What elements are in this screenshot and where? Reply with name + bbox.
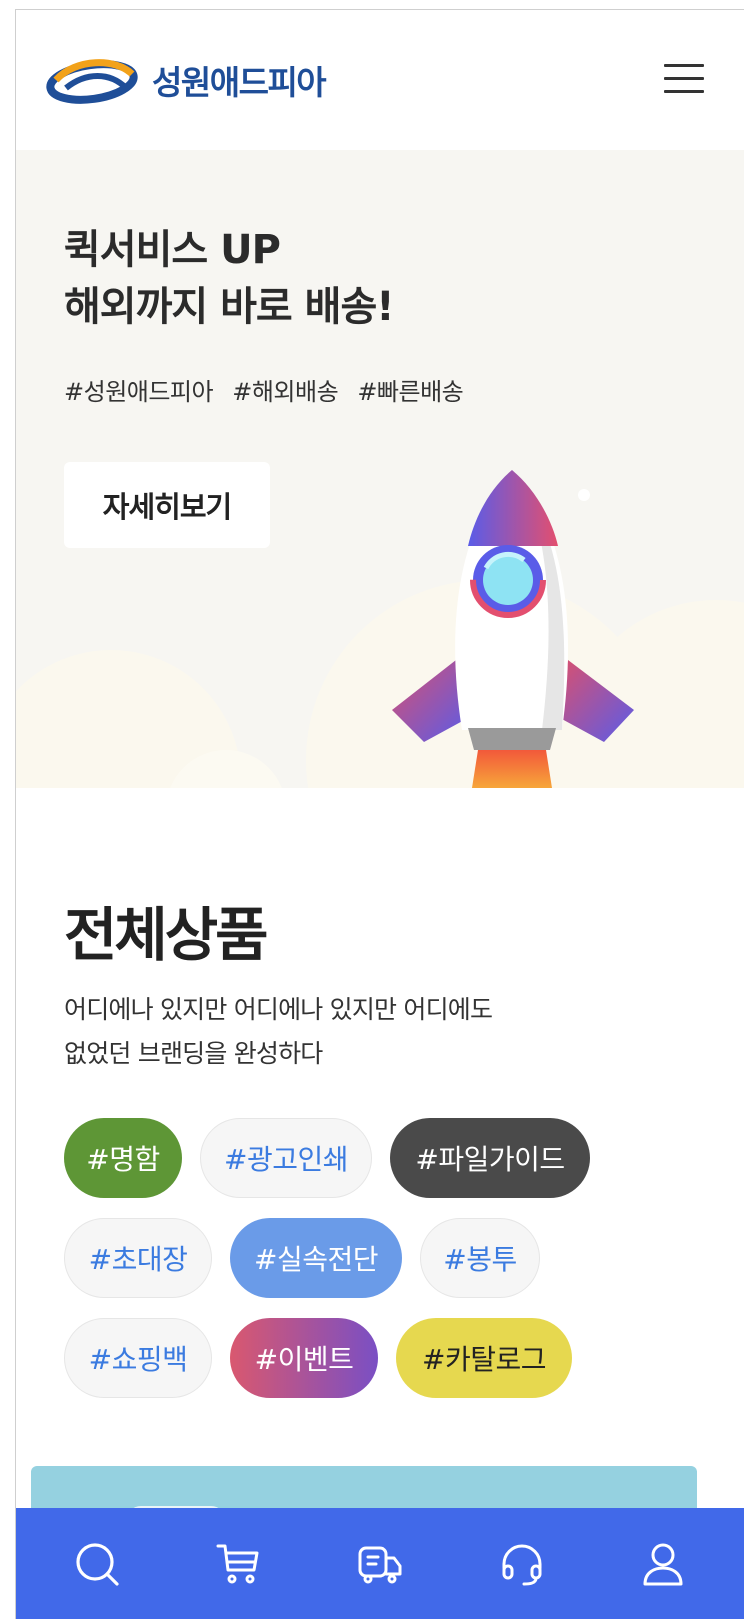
section-description-line2: 없었던 브랜딩을 완성하다 bbox=[64, 1039, 323, 1068]
chip-event[interactable]: #이벤트 bbox=[230, 1318, 378, 1398]
detail-button[interactable]: 자세히보기 bbox=[64, 462, 270, 548]
nav-cart[interactable] bbox=[198, 1524, 278, 1604]
search-icon bbox=[76, 1542, 119, 1586]
chip-invitation[interactable]: #초대장 bbox=[64, 1218, 212, 1298]
bottom-navigation bbox=[16, 1508, 744, 1619]
site-header: 성원애드피아 bbox=[16, 10, 744, 150]
page: 성원애드피아 퀵서비스 UP 해외까지 바로 배송! #성원애드피아 #해외배송… bbox=[0, 0, 744, 1619]
chip-flyer[interactable]: #실속전단 bbox=[230, 1218, 402, 1298]
chip-shopping-bag[interactable]: #쇼핑백 bbox=[64, 1318, 212, 1398]
logo-mark-icon bbox=[46, 59, 138, 104]
chip-business-card[interactable]: #명함 bbox=[64, 1118, 182, 1198]
hero-tag[interactable]: #빠른배송 bbox=[357, 378, 463, 406]
logo-text: 성원애드피아 bbox=[152, 63, 327, 102]
hero-title-line2: 해외까지 바로 배송! bbox=[64, 284, 394, 330]
section-description: 어디에나 있지만 어디에나 있지만 어디에도 없었던 브랜딩을 완성하다 bbox=[64, 988, 493, 1076]
delivery-truck-icon bbox=[358, 1546, 402, 1583]
hamburger-menu-icon[interactable] bbox=[664, 64, 708, 100]
chip-catalog[interactable]: #카탈로그 bbox=[396, 1318, 572, 1398]
section-description-line1: 어디에나 있지만 어디에나 있지만 어디에도 bbox=[64, 995, 493, 1024]
chip-ad-print[interactable]: #광고인쇄 bbox=[200, 1118, 372, 1198]
nav-support[interactable] bbox=[482, 1524, 562, 1604]
headset-icon bbox=[502, 1544, 542, 1585]
hero-title-line1: 퀵서비스 UP bbox=[64, 227, 281, 273]
hero-title: 퀵서비스 UP 해외까지 바로 배송! bbox=[64, 222, 394, 336]
nav-delivery[interactable] bbox=[340, 1524, 420, 1604]
hero-banner: 퀵서비스 UP 해외까지 바로 배송! #성원애드피아 #해외배송 #빠른배송 … bbox=[16, 150, 744, 788]
hero-tag[interactable]: #성원애드피아 bbox=[64, 378, 214, 406]
nav-search[interactable] bbox=[57, 1524, 137, 1604]
user-icon bbox=[643, 1543, 683, 1585]
chip-envelope[interactable]: #봉투 bbox=[420, 1218, 540, 1298]
cart-icon bbox=[216, 1544, 259, 1583]
chip-file-guide[interactable]: #파일가이드 bbox=[390, 1118, 590, 1198]
logo[interactable]: 성원애드피아 bbox=[46, 54, 327, 106]
hero-tag[interactable]: #해외배송 bbox=[232, 378, 338, 406]
nav-mypage[interactable] bbox=[623, 1524, 703, 1604]
section-title: 전체상품 bbox=[64, 901, 268, 969]
hero-tags: #성원애드피아 #해외배송 #빠른배송 bbox=[64, 372, 475, 407]
